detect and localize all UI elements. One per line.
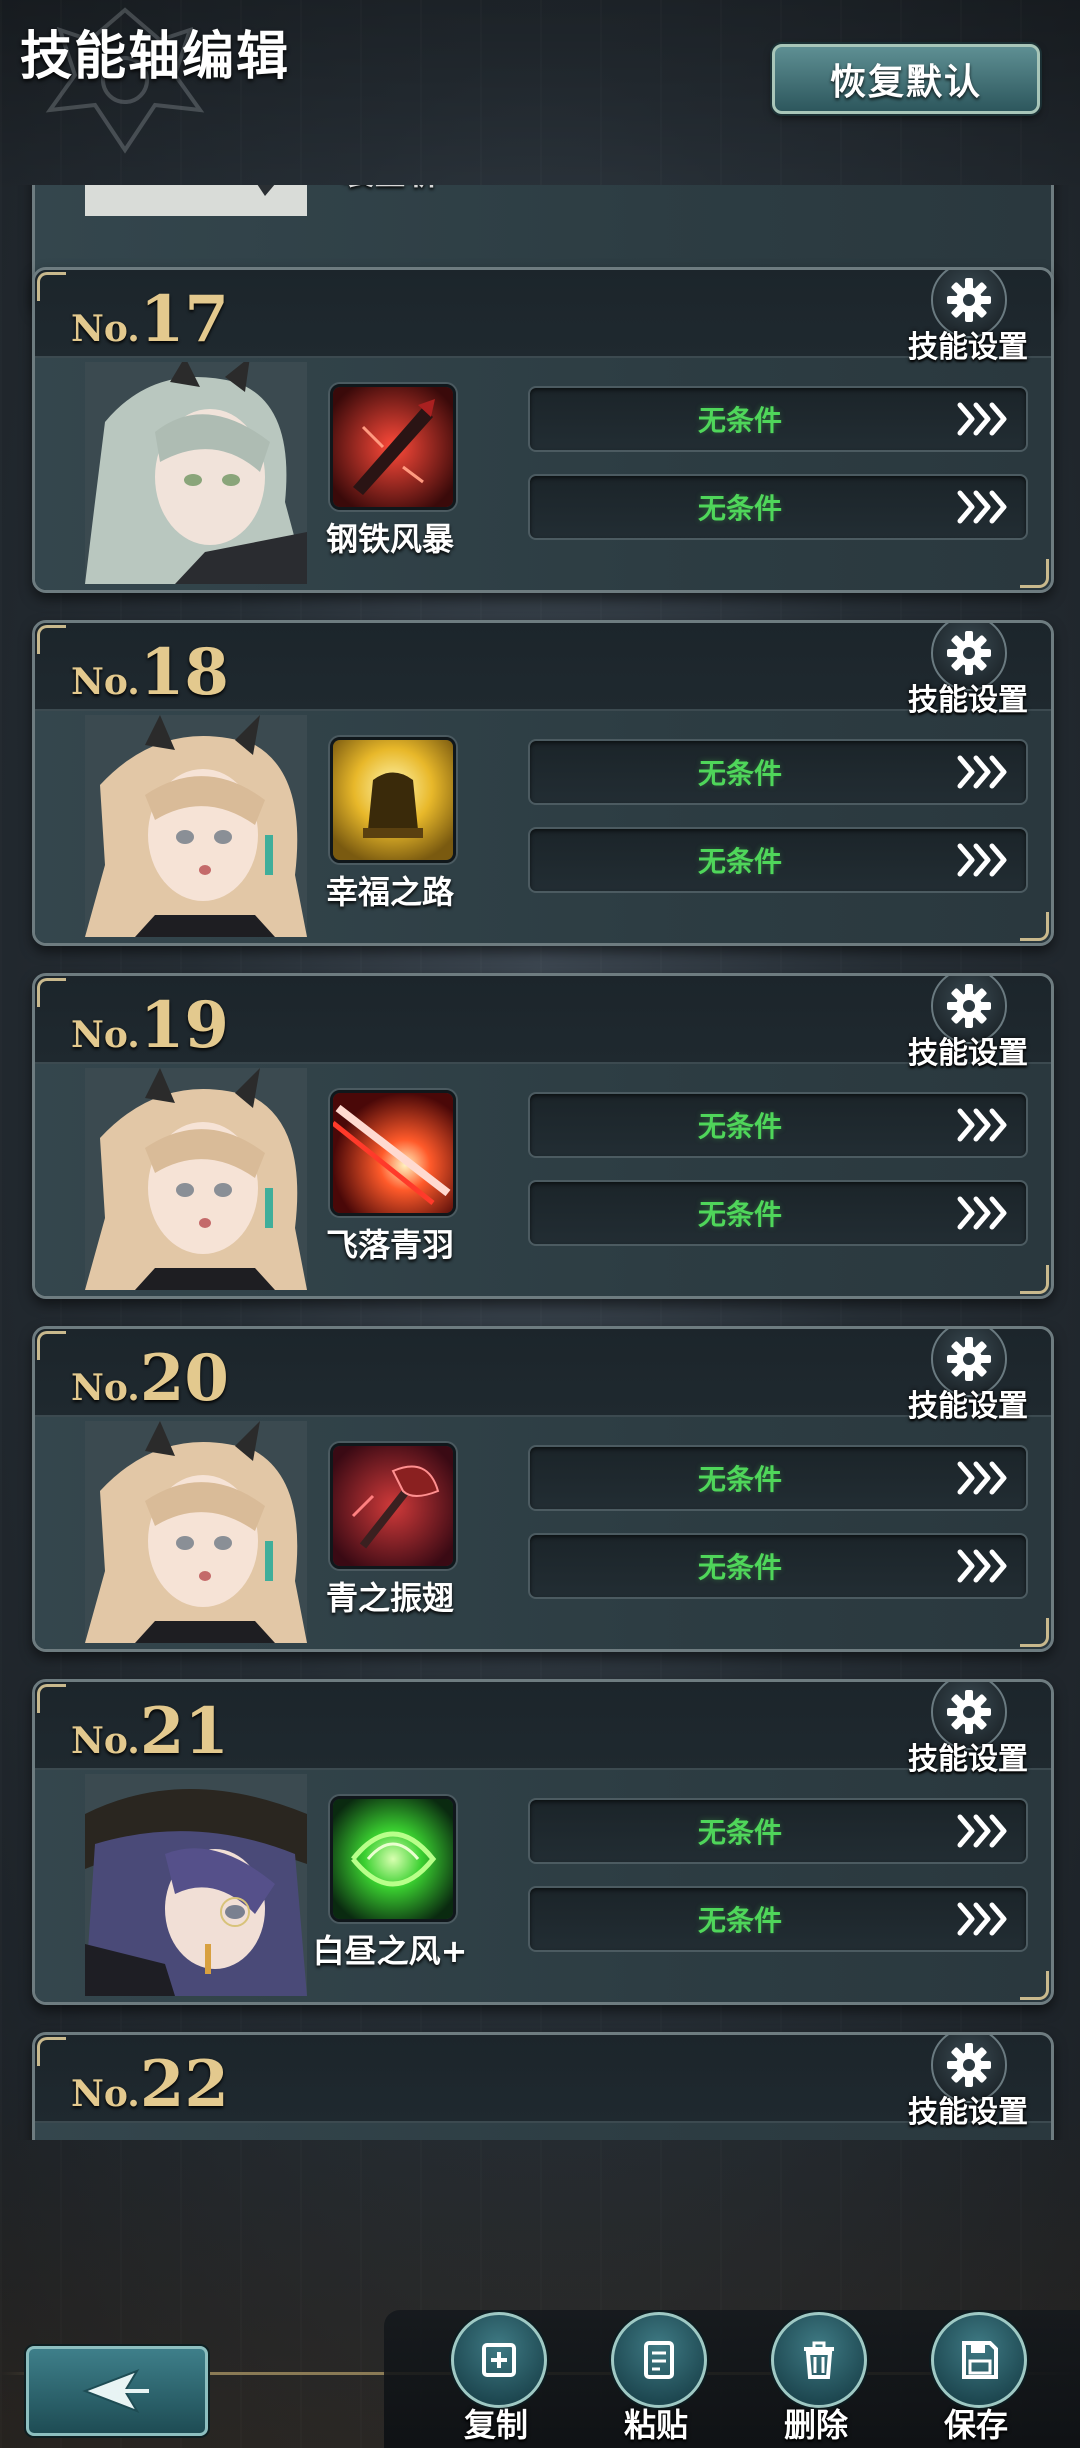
- skill-settings-label: 技能设置: [908, 1389, 1028, 1424]
- triple-chevron-right-icon: [957, 1814, 1007, 1848]
- delete-button[interactable]: 删除: [761, 2312, 871, 2448]
- character-portrait: [85, 362, 307, 584]
- skill-settings-button[interactable]: 技能设置: [903, 1682, 1033, 1777]
- copy-button[interactable]: 复制: [441, 2312, 551, 2448]
- skill-settings-label: 技能设置: [908, 1742, 1028, 1777]
- skill-card-18[interactable]: No.18 技能设置 幸福之路 无条件 无条件: [32, 620, 1054, 946]
- character-portrait: [85, 185, 307, 216]
- condition-button-1[interactable]: 无条件: [528, 1092, 1028, 1158]
- skill-name: 飞落青羽: [325, 1226, 454, 1264]
- skill-settings-label: 技能设置: [908, 1036, 1028, 1071]
- condition-button-1[interactable]: 无条件: [528, 1445, 1028, 1511]
- paste-icon: [644, 2341, 674, 2379]
- skill-settings-button[interactable]: 技能设置: [903, 976, 1033, 1071]
- character-portrait: [85, 1421, 307, 1643]
- skill-settings-button[interactable]: 技能设置: [903, 1329, 1033, 1424]
- bottom-toolbar: 复制 粘贴 删除 保存: [0, 2300, 1080, 2448]
- skill-card-21[interactable]: No.21 技能设置 白昼之风+ 无条件 无条件: [32, 1679, 1054, 2005]
- save-button[interactable]: 保存: [921, 2312, 1031, 2448]
- back-button[interactable]: [26, 2346, 208, 2436]
- triple-chevron-right-icon: [957, 843, 1007, 877]
- condition-button-2[interactable]: 无条件: [528, 827, 1028, 893]
- golden-shield-skill-icon[interactable]: [330, 737, 456, 863]
- slot-number: No.19: [71, 988, 229, 1063]
- skill-name: 青之振翅: [325, 1579, 454, 1617]
- red-slash-skill-icon[interactable]: [330, 1090, 456, 1216]
- red-sword-skill-icon[interactable]: [330, 384, 456, 510]
- triple-chevron-right-icon: [957, 1108, 1007, 1142]
- condition-button-2[interactable]: 无条件: [528, 1533, 1028, 1599]
- skill-name: 白昼之风+: [312, 1932, 468, 1970]
- paste-button[interactable]: 粘贴: [601, 2312, 711, 2448]
- triple-chevron-right-icon: [957, 755, 1007, 789]
- condition-button-1[interactable]: 无条件: [528, 386, 1028, 452]
- skill-settings-button[interactable]: 技能设置: [903, 623, 1033, 718]
- slot-number: No.18: [71, 635, 229, 710]
- condition-button-1[interactable]: 无条件: [528, 739, 1028, 805]
- triple-chevron-right-icon: [957, 402, 1007, 436]
- character-portrait: [85, 715, 307, 937]
- skill-card-17[interactable]: No.17 技能设置 钢铁风暴 无条件 无条件: [32, 267, 1054, 593]
- skill-name: 钢铁风暴: [325, 520, 454, 558]
- skill-card-22[interactable]: No.22 技能设置: [32, 2032, 1054, 2140]
- skill-name: 裂空斩: [300, 185, 480, 194]
- red-axe-skill-icon[interactable]: [330, 1443, 456, 1569]
- skill-settings-label: 技能设置: [908, 330, 1028, 365]
- triple-chevron-right-icon: [957, 1196, 1007, 1230]
- green-wind-skill-icon[interactable]: [330, 1796, 456, 1922]
- slot-number: No.20: [71, 1341, 229, 1416]
- skill-card-20[interactable]: No.20 技能设置 青之振翅 无条件 无条件: [32, 1326, 1054, 1652]
- reset-default-button[interactable]: 恢复默认: [772, 44, 1040, 114]
- skill-settings-label: 技能设置: [908, 2095, 1028, 2130]
- condition-button-2[interactable]: 无条件: [528, 1180, 1028, 1246]
- character-portrait: [85, 1774, 307, 1996]
- slot-number: No.22: [71, 2047, 229, 2122]
- trash-icon: [804, 2341, 834, 2379]
- back-arrow-icon: [82, 2369, 149, 2413]
- skill-list[interactable]: 裂空斩 No.17 技能设置: [0, 185, 1080, 2140]
- page-title: 技能轴编辑: [20, 27, 291, 87]
- skill-settings-button[interactable]: 技能设置: [903, 270, 1033, 365]
- slot-number: No.21: [71, 1694, 229, 1769]
- triple-chevron-right-icon: [957, 490, 1007, 524]
- condition-button-1[interactable]: 无条件: [528, 1798, 1028, 1864]
- condition-button-2[interactable]: 无条件: [528, 474, 1028, 540]
- condition-button-2[interactable]: 无条件: [528, 1886, 1028, 1952]
- slot-number: No.17: [71, 282, 229, 357]
- skill-card-19[interactable]: No.19 技能设置 飞落青羽 无条件 无条件: [32, 973, 1054, 1299]
- copy-icon: [482, 2343, 516, 2377]
- skill-settings-button[interactable]: 技能设置: [903, 2035, 1033, 2130]
- save-icon: [962, 2341, 998, 2379]
- skill-name: 幸福之路: [325, 873, 454, 911]
- character-portrait: [85, 1068, 307, 1290]
- triple-chevron-right-icon: [957, 1902, 1007, 1936]
- triple-chevron-right-icon: [957, 1549, 1007, 1583]
- triple-chevron-right-icon: [957, 1461, 1007, 1495]
- skill-settings-label: 技能设置: [908, 683, 1028, 718]
